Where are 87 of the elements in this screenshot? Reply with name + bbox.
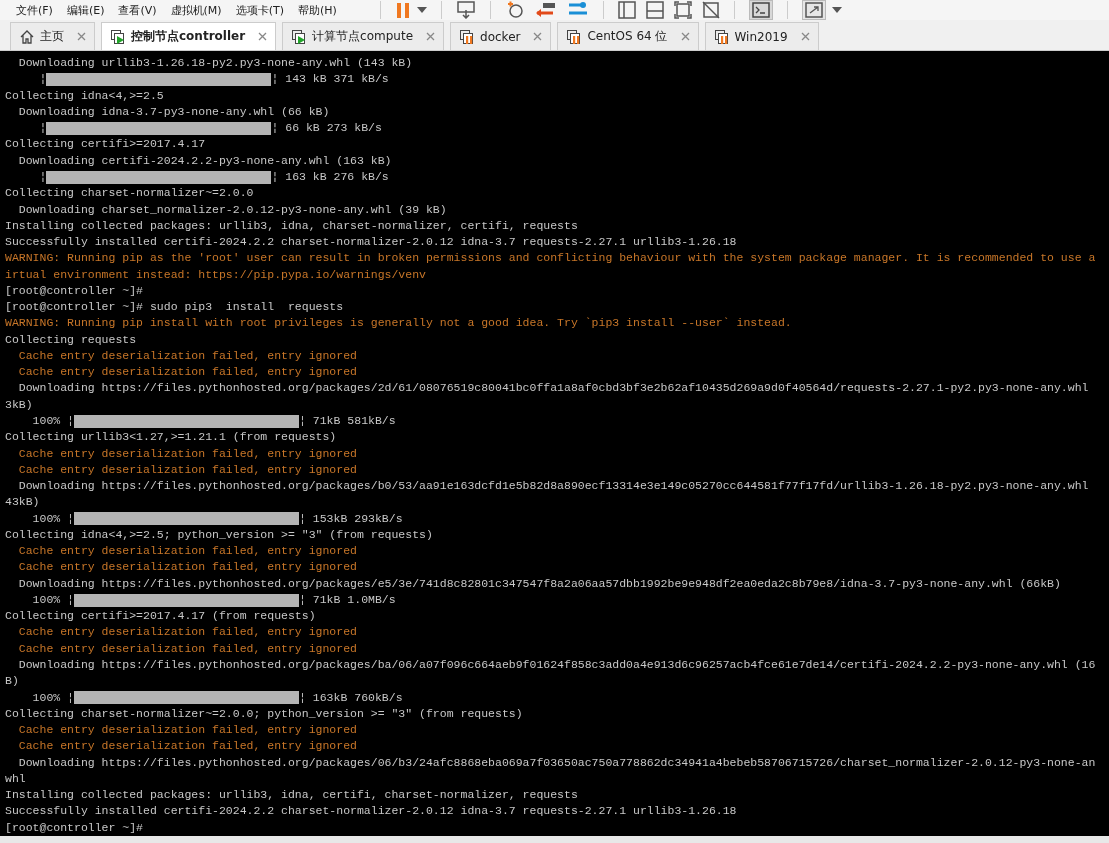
close-icon[interactable] — [800, 32, 810, 42]
terminal-line: Downloading https://files.pythonhosted.org/packages/06/b3/24afc8868eba069a7f03650ac750a778862dc34941a4bebeb58706715726/charset_normalizer-2.0.12-py3-none-an — [17, 754, 1096, 771]
split-view-icon[interactable] — [646, 1, 664, 19]
terminal-line: Collecting urllib3<1.27,>=1.21.1 (from requests) — [5, 429, 337, 446]
warning-line: Cache entry deserialization failed, entry ignored — [17, 445, 357, 462]
terminal-line: 100% ¦ — [31, 591, 74, 608]
terminal-line: Collecting certifi>=2017.4.17 — [5, 136, 206, 153]
terminal-line: Collecting requests — [5, 331, 137, 348]
warning-line: Cache entry deserialization failed, entry ignored — [17, 543, 357, 560]
console-view-button[interactable] — [749, 0, 773, 20]
close-icon[interactable] — [77, 32, 86, 42]
terminal-line: 100% ¦ — [31, 510, 74, 527]
terminal-line: Successfully installed certifi-2024.2.2 charset-normalizer-2.0.12 idna-3.7 requests-2.27.1 urllib3-1.26.18 — [5, 803, 737, 820]
terminal-line: Collecting idna<4,>=2.5; python_version >= "3" (from requests) — [5, 526, 433, 543]
warning-line: WARNING: Running pip install with root privileges is generally not a good idea. Try `pip3 install --user` instead. — [5, 315, 792, 332]
tab[interactable]: 计算节点compute — [282, 22, 445, 51]
revert-icon[interactable] — [535, 1, 557, 19]
menu-item[interactable]: 编辑(E) — [66, 2, 105, 18]
tab[interactable]: CentOS 64 位 — [557, 22, 699, 51]
warning-line: Cache entry deserialization failed, entry ignored — [17, 738, 357, 755]
warning-line: Cache entry deserialization failed, entry ignored — [17, 461, 357, 478]
home-icon — [19, 28, 35, 45]
terminal-line: ¦ 71kB 581kB/s — [299, 413, 396, 429]
terminal-line: Downloading urllib3-1.26.18-py2.py3-none-any.whl (143 kB) — [17, 55, 413, 72]
terminal-line: whl — [5, 770, 26, 787]
warning-line: irtual environment instead: https://pip.pypa.io/warnings/venv — [5, 266, 426, 283]
terminal-line: 3kB) — [5, 396, 33, 413]
fit-window-icon[interactable] — [674, 1, 692, 19]
terminal-line: ¦ 163kB 760kB/s — [299, 689, 403, 706]
terminal-line: [root@controller ~]# sudo pip3 install requests — [5, 299, 344, 316]
close-icon[interactable] — [680, 32, 690, 42]
menu-item[interactable]: 帮助(H) — [297, 2, 337, 18]
warning-line: Cache entry deserialization failed, entry ignored — [17, 364, 357, 381]
menu-item[interactable]: 选项卡(T) — [235, 2, 284, 18]
terminal-line: Downloading https://files.pythonhosted.org/packages/ba/06/a07f096c664aeb9f01624f858c3add0a4e913d6c96257acb4fce61e7de14/certifi-2024.2.2-py3-none-any.whl (16 — [17, 657, 1096, 673]
warning-line: Cache entry deserialization failed, entry ignored — [17, 640, 357, 657]
snapshot-icon[interactable] — [505, 1, 525, 19]
warning-line: WARNING: Running pip as the 'root' user can result in broken permissions and conflicting behaviour with the system package manager. It is recommended to use a — [5, 250, 1096, 267]
terminal-line: ¦ 153kB 293kB/s — [299, 510, 403, 527]
terminal-line: Collecting charset-normalizer~=2.0.0 — [5, 185, 254, 202]
terminal-line: Successfully installed certifi-2024.2.2 charset-normalizer-2.0.12 idna-3.7 requests-2.27.1 urllib3-1.26.18 — [5, 234, 737, 251]
menu-item[interactable]: 文件(F) — [16, 2, 53, 18]
terminal-line: ¦ — [38, 169, 47, 185]
tab[interactable]: 控制节点controller — [101, 22, 277, 51]
fullscreen-button[interactable] — [802, 0, 826, 20]
terminal-line: B) — [5, 673, 19, 690]
sidebar-view-icon[interactable] — [618, 1, 636, 19]
terminal-line: Downloading https://files.pythonhosted.org/packages/2d/61/08076519c80041bc0ffa1a8af0cbd3bf3e2b62af10435d269a9d0f40564d/requests-2.27.1-py2.py3-none-any.whl — [17, 380, 1089, 397]
terminal-line: Downloading charset_normalizer-2.0.12-py3-none-any.whl (39 kB) — [17, 201, 447, 218]
terminal-line: Installing collected packages: urllib3, idna, certifi, charset-normalizer, requests — [5, 787, 578, 804]
terminal-line: 100% ¦ — [31, 413, 74, 429]
terminal-line: Downloading idna-3.7-py3-none-any.whl (66 kB) — [17, 103, 330, 120]
terminal-line: Collecting charset-normalizer~=2.0.0; python_version >= "3" (from requests) — [5, 705, 523, 722]
terminal-line: ¦ — [38, 71, 47, 88]
terminal-line: ¦ 66 kB 273 kB/s — [271, 120, 382, 137]
tab[interactable]: Win2019 — [704, 22, 819, 51]
terminal-line: ¦ 71kB 1.0MB/s — [299, 591, 396, 608]
terminal-line: Downloading certifi-2024.2.2-py3-none-any.whl (163 kB) — [17, 152, 392, 169]
no-autofit-icon[interactable] — [702, 1, 720, 19]
terminal-screen[interactable] — [0, 51, 1109, 836]
close-icon[interactable] — [426, 32, 436, 42]
terminal-line: Installing collected packages: urllib3, idna, charset-normalizer, certifi, requests — [5, 217, 578, 234]
terminal-line: ¦ 143 kB 371 kB/s — [271, 71, 389, 88]
terminal-line: [root@controller ~]# — [5, 819, 144, 836]
warning-line: Cache entry deserialization failed, entry ignored — [17, 559, 357, 576]
close-icon[interactable] — [258, 32, 268, 42]
terminal-line: Collecting idna<4,>=2.5 — [5, 87, 164, 104]
menu-item[interactable]: 虚拟机(M) — [170, 2, 222, 18]
close-icon[interactable] — [533, 32, 543, 42]
tab[interactable]: docker — [450, 22, 552, 51]
warning-line: Cache entry deserialization failed, entry ignored — [17, 624, 357, 641]
terminal-line: [root@controller ~]# — [5, 282, 144, 299]
terminal-line: 100% ¦ — [31, 689, 74, 706]
terminal-line: Downloading https://files.pythonhosted.org/packages/e5/3e/741d8c82801c347547f8a2a06aa57dbb1992be9e948df2ea0eda2c8b79e8/idna-3.7-py3-none-any.whl (66kB) — [17, 575, 1061, 592]
terminal-line: 43kB) — [5, 494, 40, 511]
tab[interactable]: 主页 — [10, 22, 95, 51]
menu-item[interactable]: 查看(V) — [118, 2, 157, 18]
terminal-line: ¦ — [38, 120, 47, 137]
warning-line: Cache entry deserialization failed, entry ignored — [17, 722, 357, 739]
terminal-line: Collecting certifi>=2017.4.17 (from requests) — [5, 608, 316, 625]
caret-icon[interactable] — [832, 7, 842, 13]
send-keys-icon[interactable] — [456, 1, 476, 19]
pause-icon[interactable] — [395, 1, 411, 19]
terminal-line: Downloading https://files.pythonhosted.org/packages/b0/53/aa91e163dcfd1e5b82d8a890ecf13314e3e149c05270cc644581f77f17fd/urllib3-1.26.18-py2.py3-none-any.whl — [17, 478, 1089, 495]
terminal-line: ¦ 163 kB 276 kB/s — [271, 169, 389, 185]
caret-icon[interactable] — [417, 7, 427, 13]
warning-line: Cache entry deserialization failed, entry ignored — [17, 347, 357, 364]
